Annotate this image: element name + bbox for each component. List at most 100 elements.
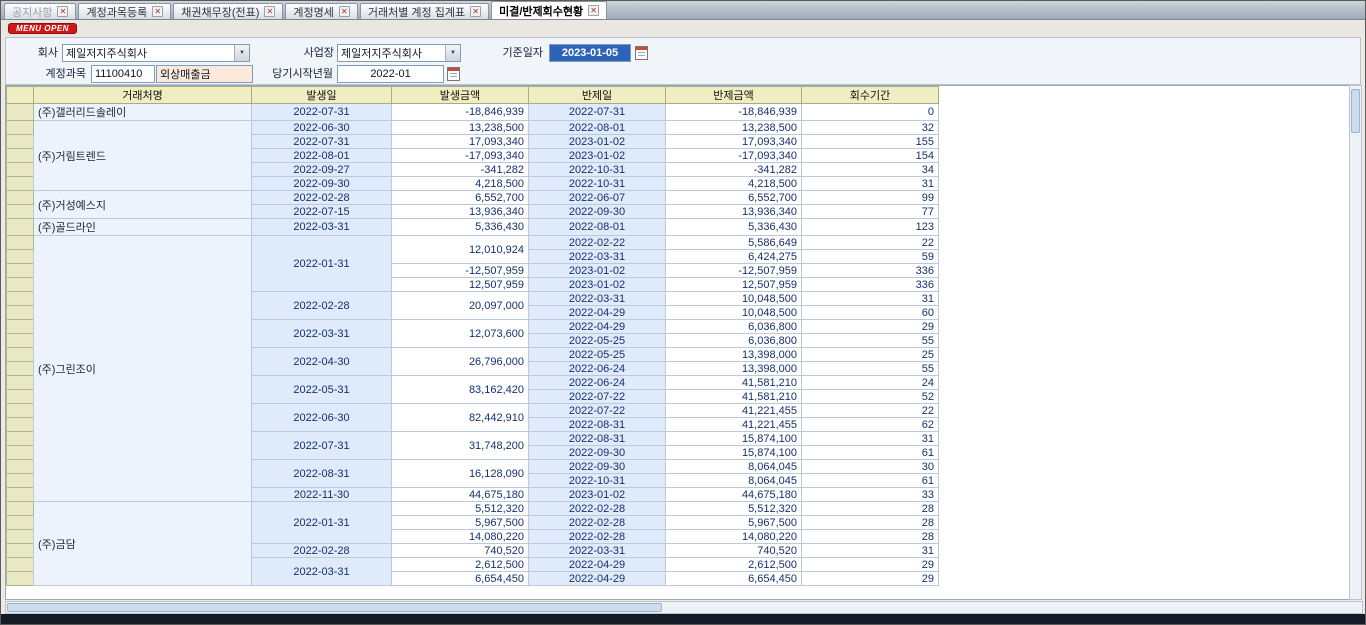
collection-days-cell[interactable]: 31: [802, 292, 939, 306]
collection-days-cell[interactable]: 28: [802, 530, 939, 544]
row-selector[interactable]: [7, 488, 34, 502]
row-selector[interactable]: [7, 135, 34, 149]
collection-days-cell[interactable]: 29: [802, 320, 939, 334]
occurrence-date-cell[interactable]: 2022-01-31: [252, 502, 392, 544]
settlement-date-cell[interactable]: 2022-03-31: [529, 292, 666, 306]
collection-days-cell[interactable]: 22: [802, 236, 939, 250]
settlement-amount-cell[interactable]: 5,967,500: [666, 516, 802, 530]
settlement-amount-cell[interactable]: 10,048,500: [666, 292, 802, 306]
row-selector[interactable]: [7, 502, 34, 516]
base-date-input[interactable]: 2023-01-05: [549, 44, 631, 62]
occurrence-amount-cell[interactable]: 12,073,600: [392, 320, 529, 348]
occurrence-amount-cell[interactable]: 17,093,340: [392, 135, 529, 149]
settlement-amount-cell[interactable]: 15,874,100: [666, 432, 802, 446]
occurrence-amount-cell[interactable]: 740,520: [392, 544, 529, 558]
tab-close-icon[interactable]: ✕: [152, 6, 163, 17]
account-code-input[interactable]: 11100410: [91, 65, 155, 83]
occurrence-amount-cell[interactable]: 6,654,450: [392, 572, 529, 586]
collection-days-cell[interactable]: 30: [802, 460, 939, 474]
row-selector[interactable]: [7, 460, 34, 474]
customer-name-cell[interactable]: (주)그린조이: [34, 236, 252, 502]
occurrence-amount-cell[interactable]: 5,512,320: [392, 502, 529, 516]
settlement-amount-cell[interactable]: 6,654,450: [666, 572, 802, 586]
row-selector[interactable]: [7, 205, 34, 219]
settlement-date-cell[interactable]: 2023-01-02: [529, 264, 666, 278]
settlement-date-cell[interactable]: 2022-03-31: [529, 250, 666, 264]
occurrence-amount-cell[interactable]: 12,010,924: [392, 236, 529, 264]
tab-close-icon[interactable]: ✕: [339, 6, 350, 17]
account-name-input[interactable]: 외상매출금: [156, 65, 253, 83]
collection-days-cell[interactable]: 55: [802, 362, 939, 376]
collection-days-cell[interactable]: 29: [802, 558, 939, 572]
collection-days-cell[interactable]: 32: [802, 121, 939, 135]
collection-days-cell[interactable]: 31: [802, 177, 939, 191]
row-selector[interactable]: [7, 516, 34, 530]
settlement-amount-cell[interactable]: 17,093,340: [666, 135, 802, 149]
settlement-date-cell[interactable]: 2022-04-29: [529, 572, 666, 586]
occurrence-amount-cell[interactable]: 6,552,700: [392, 191, 529, 205]
occurrence-amount-cell[interactable]: -12,507,959: [392, 264, 529, 278]
row-selector[interactable]: [7, 572, 34, 586]
row-selector[interactable]: [7, 250, 34, 264]
occurrence-date-cell[interactable]: 2022-03-31: [252, 219, 392, 236]
collection-days-cell[interactable]: 55: [802, 334, 939, 348]
settlement-date-cell[interactable]: 2022-02-28: [529, 502, 666, 516]
settlement-amount-cell[interactable]: 41,581,210: [666, 390, 802, 404]
settlement-date-cell[interactable]: 2022-07-22: [529, 390, 666, 404]
occurrence-amount-cell[interactable]: 5,336,430: [392, 219, 529, 236]
row-selector[interactable]: [7, 121, 34, 135]
settlement-amount-cell[interactable]: -17,093,340: [666, 149, 802, 163]
settlement-amount-cell[interactable]: 13,238,500: [666, 121, 802, 135]
row-selector[interactable]: [7, 418, 34, 432]
occurrence-date-cell[interactable]: 2022-05-31: [252, 376, 392, 404]
site-select[interactable]: 제일저지주식회사 ▼: [337, 44, 461, 62]
settlement-amount-cell[interactable]: 41,221,455: [666, 418, 802, 432]
row-selector[interactable]: [7, 177, 34, 191]
occurrence-amount-cell[interactable]: 12,507,959: [392, 278, 529, 292]
occurrence-date-cell[interactable]: 2022-02-28: [252, 544, 392, 558]
occurrence-date-cell[interactable]: 2022-02-28: [252, 191, 392, 205]
row-selector[interactable]: [7, 362, 34, 376]
settlement-amount-cell[interactable]: 6,424,275: [666, 250, 802, 264]
occurrence-date-cell[interactable]: 2022-01-31: [252, 236, 392, 292]
row-selector[interactable]: [7, 530, 34, 544]
customer-name-cell[interactable]: (주)거림트렌드: [34, 121, 252, 191]
settlement-date-cell[interactable]: 2022-07-22: [529, 404, 666, 418]
occurrence-amount-cell[interactable]: 83,162,420: [392, 376, 529, 404]
row-selector[interactable]: [7, 390, 34, 404]
occurrence-amount-cell[interactable]: 31,748,200: [392, 432, 529, 460]
collection-days-cell[interactable]: 24: [802, 376, 939, 390]
collection-days-cell[interactable]: 336: [802, 264, 939, 278]
settlement-amount-cell[interactable]: 5,336,430: [666, 219, 802, 236]
row-selector[interactable]: [7, 264, 34, 278]
row-selector[interactable]: [7, 191, 34, 205]
occurrence-amount-cell[interactable]: 13,936,340: [392, 205, 529, 219]
settlement-amount-cell[interactable]: 8,064,045: [666, 474, 802, 488]
settlement-amount-cell[interactable]: 15,874,100: [666, 446, 802, 460]
occurrence-amount-cell[interactable]: -17,093,340: [392, 149, 529, 163]
settlement-date-cell[interactable]: 2022-02-28: [529, 516, 666, 530]
settlement-amount-cell[interactable]: 14,080,220: [666, 530, 802, 544]
tab-1[interactable]: 계정과목등록✕: [78, 3, 171, 19]
settlement-amount-cell[interactable]: 2,612,500: [666, 558, 802, 572]
settlement-amount-cell[interactable]: 5,512,320: [666, 502, 802, 516]
vertical-scrollbar-thumb[interactable]: [1351, 89, 1360, 133]
tab-close-icon[interactable]: ✕: [588, 5, 599, 16]
row-selector[interactable]: [7, 306, 34, 320]
settlement-amount-cell[interactable]: 44,675,180: [666, 488, 802, 502]
row-selector[interactable]: [7, 432, 34, 446]
occurrence-date-cell[interactable]: 2022-07-31: [252, 432, 392, 460]
settlement-date-cell[interactable]: 2022-08-01: [529, 121, 666, 135]
period-start-input[interactable]: 2022-01: [337, 65, 444, 83]
occurrence-date-cell[interactable]: 2022-09-30: [252, 177, 392, 191]
occurrence-date-cell[interactable]: 2022-11-30: [252, 488, 392, 502]
row-selector[interactable]: [7, 348, 34, 362]
settlement-date-cell[interactable]: 2022-07-31: [529, 104, 666, 121]
settlement-date-cell[interactable]: 2022-10-31: [529, 177, 666, 191]
occurrence-date-cell[interactable]: 2022-07-31: [252, 135, 392, 149]
collection-days-cell[interactable]: 62: [802, 418, 939, 432]
collection-days-cell[interactable]: 154: [802, 149, 939, 163]
collection-days-cell[interactable]: 28: [802, 516, 939, 530]
collection-days-cell[interactable]: 28: [802, 502, 939, 516]
collection-days-cell[interactable]: 31: [802, 544, 939, 558]
